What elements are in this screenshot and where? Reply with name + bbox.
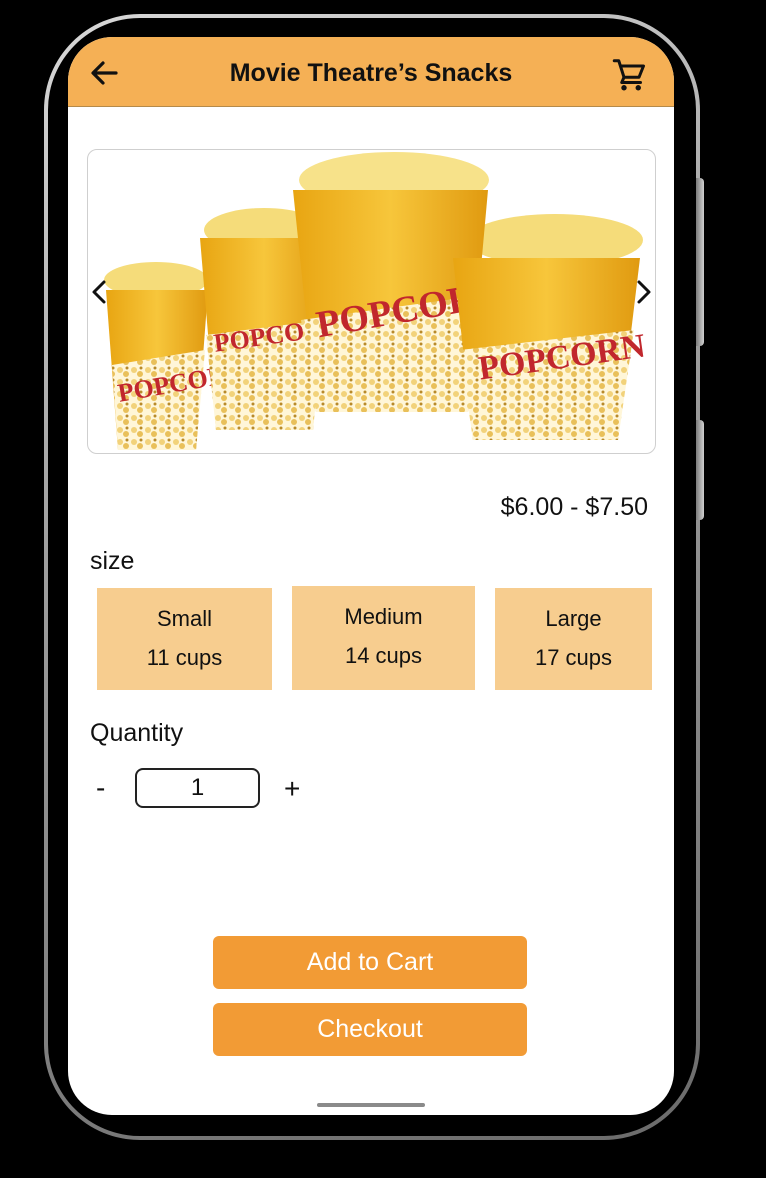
product-image-carousel[interactable]: POPCORN POPCORN POPCORN POPCORN: [87, 149, 656, 454]
chevron-right-icon: [637, 280, 651, 304]
size-option-name: Medium: [344, 604, 423, 629]
volume-button: [696, 178, 704, 346]
quantity-label: Quantity: [90, 719, 184, 747]
size-label: size: [90, 547, 135, 575]
price-range: $6.00 - $7.50: [500, 493, 648, 521]
shopping-cart-icon: [612, 59, 645, 91]
size-option-cups: 11 cups: [146, 645, 223, 670]
quantity-increment-button[interactable]: +: [284, 773, 300, 805]
size-option-small[interactable]: Small 11 cups: [97, 588, 272, 690]
app-header: Movie Theatre’s Snacks: [68, 37, 674, 107]
popcorn-buckets-image: POPCORN POPCORN POPCORN POPCORN: [104, 152, 648, 450]
carousel-prev-button[interactable]: [88, 278, 112, 306]
size-option-cups: 17 cups: [534, 645, 613, 670]
quantity-input[interactable]: 1: [135, 768, 260, 808]
size-option-medium[interactable]: Medium 14 cups: [292, 586, 475, 690]
quantity-decrement-button[interactable]: -: [96, 772, 105, 804]
app-screen: Movie Theatre’s Snacks POPCORN POPCORN P…: [68, 37, 674, 1115]
size-option-name: Large: [545, 606, 602, 631]
add-to-cart-button[interactable]: Add to Cart: [213, 936, 527, 989]
chevron-left-icon: [92, 280, 106, 304]
page-title: Movie Theatre’s Snacks: [229, 59, 513, 87]
carousel-next-button[interactable]: [631, 278, 655, 306]
checkout-button[interactable]: Checkout: [213, 1003, 527, 1056]
size-option-large[interactable]: Large 17 cups: [495, 588, 652, 690]
size-option-name: Small: [156, 606, 212, 631]
home-indicator[interactable]: [317, 1103, 425, 1107]
cart-button[interactable]: [612, 57, 648, 93]
size-option-cups: 14 cups: [344, 643, 423, 668]
power-button: [696, 420, 704, 520]
